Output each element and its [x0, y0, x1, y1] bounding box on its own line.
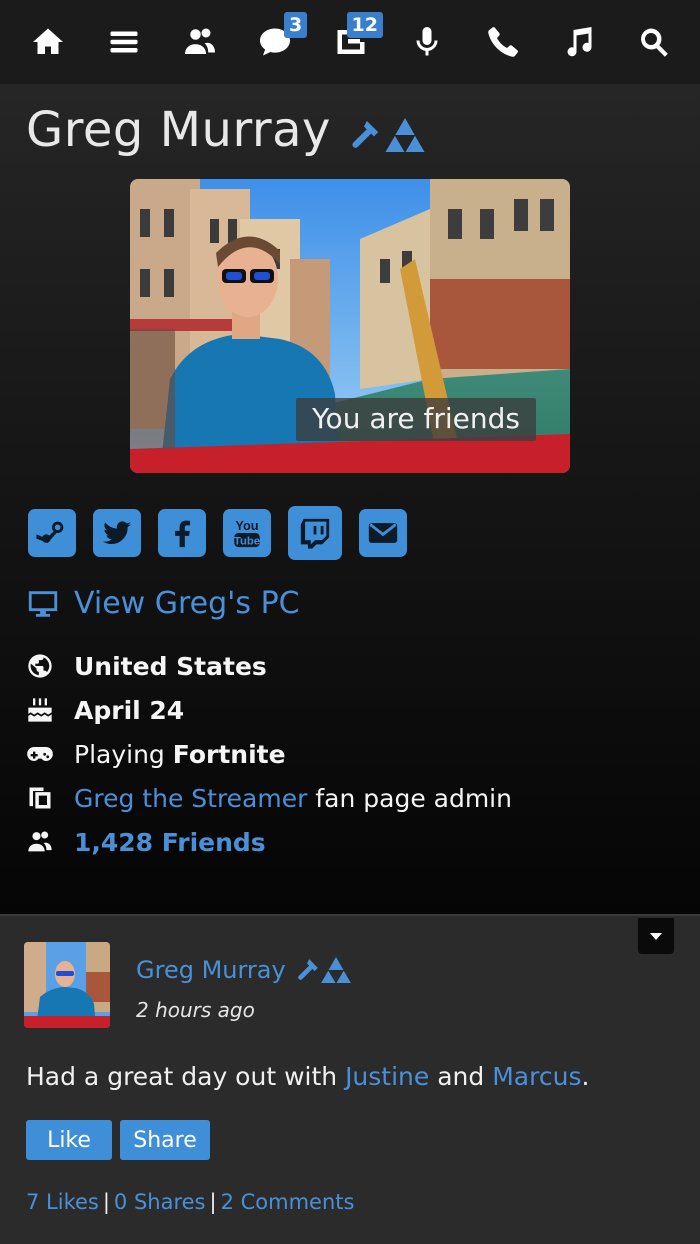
- share-button[interactable]: Share: [120, 1120, 210, 1160]
- menu-button[interactable]: [104, 22, 144, 62]
- post-text-end: .: [581, 1062, 590, 1091]
- view-pc-label: View Greg's PC: [74, 586, 300, 621]
- hammer-icon: [297, 959, 318, 980]
- friends-status-label: You are friends: [296, 398, 536, 441]
- post-card: Greg Murray 2 hours ago Had a great day …: [0, 914, 700, 1244]
- mention-marcus[interactable]: Marcus: [492, 1062, 581, 1091]
- email-link[interactable]: [359, 509, 407, 557]
- mention-justine[interactable]: Justine: [345, 1062, 429, 1091]
- view-pc-link[interactable]: View Greg's PC: [26, 586, 300, 621]
- post-stats: 7 Likes | 0 Shares | 2 Comments: [26, 1190, 354, 1214]
- shares-count-link[interactable]: 0 Shares: [114, 1190, 206, 1214]
- profile-photo[interactable]: You are friends: [130, 179, 570, 473]
- home-icon: [33, 28, 63, 54]
- search-icon: [641, 28, 668, 57]
- top-nav: 3 12: [0, 0, 700, 84]
- svg-text:You: You: [235, 518, 258, 533]
- like-button[interactable]: Like: [26, 1120, 112, 1160]
- playing-prefix: Playing: [74, 739, 165, 769]
- steam-icon: [36, 521, 64, 543]
- home-button[interactable]: [28, 22, 68, 62]
- music-icon: [567, 27, 592, 57]
- gamepad-icon: [27, 747, 53, 761]
- pages-button[interactable]: 12: [331, 12, 383, 62]
- profile-section: Greg Murray You are friends You Tube Vie…: [0, 84, 700, 914]
- pages-badge: 12: [346, 12, 383, 38]
- likes-count-link[interactable]: 7 Likes: [26, 1190, 99, 1214]
- post-author: Greg Murray: [136, 956, 352, 984]
- globe-icon: [28, 654, 52, 678]
- search-button[interactable]: [634, 22, 674, 62]
- avatar-image: [24, 942, 110, 1028]
- twitch-link[interactable]: [288, 506, 342, 560]
- microphone-icon: [416, 27, 438, 56]
- fan-page-link[interactable]: Greg the Streamer: [74, 784, 307, 813]
- twitter-icon: [102, 521, 132, 545]
- profile-header: Greg Murray: [26, 102, 427, 158]
- post-actions: Like Share: [26, 1120, 218, 1160]
- post-text-and: and: [437, 1062, 485, 1091]
- phone-icon: [487, 27, 518, 57]
- post-timestamp: 2 hours ago: [136, 998, 255, 1022]
- profile-badges: [347, 117, 427, 153]
- post-menu-button[interactable]: [638, 918, 674, 954]
- profile-name: Greg Murray: [26, 102, 331, 158]
- friends-icon: [184, 28, 215, 54]
- post-author-badges: [294, 956, 352, 984]
- voice-button[interactable]: [407, 22, 447, 62]
- playing-game: Fortnite: [172, 739, 286, 769]
- chat-button[interactable]: 3: [255, 12, 308, 62]
- post-avatar[interactable]: [24, 942, 110, 1028]
- youtube-link[interactable]: You Tube: [223, 509, 271, 557]
- social-links: You Tube: [28, 506, 424, 560]
- friends-icon: [28, 831, 52, 852]
- youtube-icon: You Tube: [234, 518, 260, 547]
- call-button[interactable]: [483, 22, 523, 62]
- birthday-cake-icon: [28, 698, 52, 722]
- music-button[interactable]: [558, 22, 598, 62]
- comments-count-link[interactable]: 2 Comments: [221, 1190, 355, 1214]
- birthday-value: April 24: [74, 695, 185, 725]
- facebook-icon: [175, 520, 191, 548]
- caret-down-icon: [650, 933, 662, 940]
- svg-text:Tube: Tube: [234, 535, 260, 547]
- email-icon: [368, 523, 398, 543]
- triforce-icon[interactable]: [383, 118, 427, 152]
- post-text-start: Had a great day out with: [26, 1062, 338, 1091]
- stats-separator: |: [209, 1190, 217, 1214]
- profile-info-list: United States April 24 Playing Fortnite …: [26, 644, 512, 864]
- stats-separator: |: [102, 1190, 110, 1214]
- page-copy-icon: [29, 787, 51, 809]
- twitter-link[interactable]: [93, 509, 141, 557]
- info-friends: 1,428 Friends: [26, 820, 512, 864]
- hammer-icon[interactable]: [347, 117, 381, 153]
- info-playing: Playing Fortnite: [26, 732, 512, 776]
- post-author-link[interactable]: Greg Murray: [136, 956, 286, 984]
- steam-link[interactable]: [28, 509, 76, 557]
- friends-count-link[interactable]: 1,428 Friends: [74, 828, 266, 857]
- page-role: fan page admin: [315, 783, 512, 813]
- country-value: United States: [74, 651, 267, 681]
- menu-icon: [110, 31, 138, 53]
- info-birthday: April 24: [26, 688, 512, 732]
- friends-button[interactable]: [180, 22, 220, 62]
- twitch-icon: [300, 518, 330, 549]
- info-country: United States: [26, 644, 512, 688]
- triforce-icon: [320, 957, 351, 983]
- monitor-icon: [28, 590, 58, 617]
- facebook-link[interactable]: [158, 509, 206, 557]
- chat-badge: 3: [284, 12, 308, 38]
- info-page: Greg the Streamer fan page admin: [26, 776, 512, 820]
- post-text: Had a great day out with Justine and Mar…: [26, 1062, 589, 1091]
